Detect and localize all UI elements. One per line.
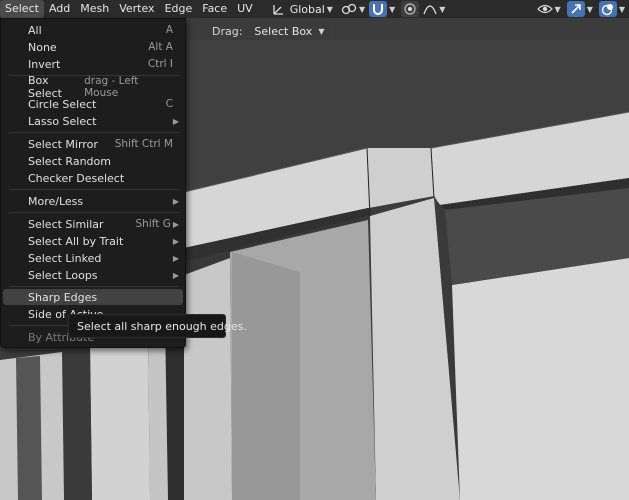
menu-item-label: Sharp Edges xyxy=(28,290,98,304)
chevron-down-icon: ▼ xyxy=(618,4,625,14)
submenu-arrow-icon: ▶ xyxy=(172,270,179,280)
drag-mode-value: Select Box xyxy=(254,24,313,38)
chevron-down-icon: ▼ xyxy=(318,26,325,36)
chevron-down-icon: ▼ xyxy=(326,4,333,14)
menu-item-label: None xyxy=(28,40,57,54)
menu-item-shortcut: Alt A xyxy=(148,41,173,53)
menu-uv[interactable]: UV xyxy=(232,0,258,18)
menu-divider xyxy=(9,189,179,190)
menu-item-all[interactable]: All A xyxy=(3,22,183,38)
menu-item-select-random[interactable]: Select Random xyxy=(3,153,183,169)
proportional-icon xyxy=(401,1,420,17)
menu-item-select-all-by-trait[interactable]: Select All by Trait ▶ xyxy=(3,233,183,249)
menu-item-label: Select All by Trait xyxy=(28,234,124,248)
menu-item-select-mirror[interactable]: Select Mirror Shift Ctrl M xyxy=(3,136,183,152)
visibility-dropdown[interactable]: ▼ xyxy=(536,1,561,17)
menu-edge[interactable]: Edge xyxy=(160,0,198,18)
menu-item-shortcut: Shift Ctrl M xyxy=(114,138,173,150)
menu-item-label: Select Linked xyxy=(28,251,102,265)
menu-item-select-loops[interactable]: Select Loops ▶ xyxy=(3,267,183,283)
snap-magnet-icon xyxy=(369,1,388,17)
menu-mesh[interactable]: Mesh xyxy=(75,0,114,18)
chevron-down-icon: ▼ xyxy=(389,4,396,14)
transform-orientation-dropdown[interactable]: Global ▼ xyxy=(272,1,333,17)
submenu-arrow-icon: ▶ xyxy=(172,219,179,229)
gizmo-toggle[interactable]: ▼ xyxy=(566,1,593,17)
menu-vertex[interactable]: Vertex xyxy=(114,0,159,18)
menu-item-select-similar[interactable]: Select Similar Shift G ▶ xyxy=(3,216,183,232)
menu-item-shortcut: Shift G xyxy=(135,218,171,230)
menu-item-label: Circle Select xyxy=(28,97,97,111)
chevron-down-icon: ▼ xyxy=(439,4,446,14)
falloff-icon xyxy=(423,2,437,16)
orientation-icon xyxy=(272,2,286,16)
menu-item-label: Select Mirror xyxy=(28,137,98,151)
menu-item-circle-select[interactable]: Circle Select C xyxy=(3,96,183,112)
menu-item-select-linked[interactable]: Select Linked ▶ xyxy=(3,250,183,266)
chevron-down-icon: ▼ xyxy=(586,4,593,14)
menu-divider xyxy=(9,286,179,287)
select-menu: All A None Alt A Invert Ctrl I Box Selec… xyxy=(0,18,186,348)
menu-item-label: Checker Deselect xyxy=(28,171,125,185)
chevron-down-icon: ▼ xyxy=(554,4,561,14)
link-icon xyxy=(341,2,357,16)
menu-item-label: Select Random xyxy=(28,154,111,168)
menu-face[interactable]: Face xyxy=(197,0,232,18)
drag-label: Drag: xyxy=(212,24,243,38)
overlay-toggle[interactable]: ▼ xyxy=(598,1,625,17)
menu-item-checker-deselect[interactable]: Checker Deselect xyxy=(3,170,183,186)
menu-item-label: Select Similar xyxy=(28,217,104,231)
menu-item-label: Lasso Select xyxy=(28,114,97,128)
menu-item-more-less[interactable]: More/Less ▶ xyxy=(3,193,183,209)
menu-item-shortcut: A xyxy=(165,24,173,36)
falloff-dropdown[interactable]: ▼ xyxy=(423,1,445,17)
submenu-arrow-icon: ▶ xyxy=(172,116,179,126)
tool-settings: Drag: Select Box ▼ xyxy=(212,21,331,41)
snap-toggle[interactable]: ▼ xyxy=(369,1,395,17)
submenu-arrow-icon: ▶ xyxy=(172,236,179,246)
menu-select[interactable]: Select xyxy=(0,0,44,18)
orientation-label: Global xyxy=(289,2,325,16)
drag-mode-dropdown[interactable]: Select Box ▼ xyxy=(248,22,331,40)
menu-add[interactable]: Add xyxy=(44,0,75,18)
visibility-icon xyxy=(536,2,553,16)
menu-item-shortcut: C xyxy=(165,98,173,110)
menu-item-box-select[interactable]: Box Select drag - Left Mouse xyxy=(3,74,183,100)
menu-item-label: More/Less xyxy=(28,194,84,208)
submenu-arrow-icon: ▶ xyxy=(172,253,179,263)
menu-item-sharp-edges[interactable]: Sharp Edges xyxy=(3,289,183,305)
pivot-dropdown[interactable]: ▼ xyxy=(341,1,365,17)
overlay-icon xyxy=(598,1,617,17)
menu-divider xyxy=(9,212,179,213)
menu-item-lasso-select[interactable]: Lasso Select ▶ xyxy=(3,113,183,129)
submenu-arrow-icon: ▶ xyxy=(172,196,179,206)
menu-item-shortcut: Ctrl I xyxy=(147,58,173,70)
proportional-toggle[interactable] xyxy=(401,1,420,17)
menu-item-none[interactable]: None Alt A xyxy=(3,39,183,55)
chevron-down-icon: ▼ xyxy=(358,4,366,14)
menu-item-invert[interactable]: Invert Ctrl I xyxy=(3,56,183,72)
menu-item-label: All xyxy=(28,23,42,37)
viewport-header: Select Add Mesh Vertex Edge Face UV Glob… xyxy=(0,0,629,18)
tooltip: Select all sharp enough edges. xyxy=(68,314,247,338)
gizmo-icon xyxy=(566,1,585,17)
menu-divider xyxy=(9,132,179,133)
menu-item-label: Select Loops xyxy=(28,268,98,282)
menu-item-label: Invert xyxy=(28,57,61,71)
